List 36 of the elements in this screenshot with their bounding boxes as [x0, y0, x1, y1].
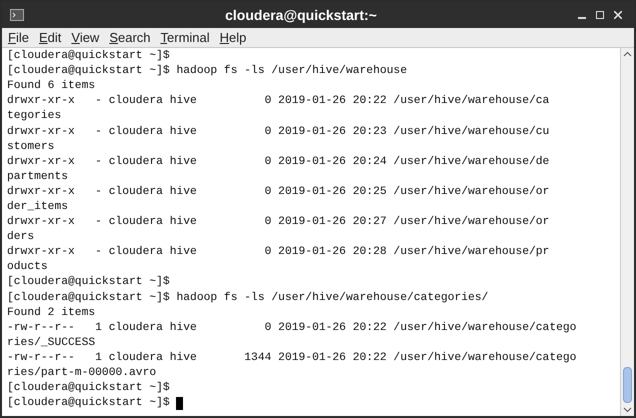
terminal-line: -rw-r--r-- 1 cloudera hive 1344 2019-01-26 20:22 /user/hive/warehouse/catego — [7, 350, 576, 366]
terminal-line: [cloudera@quickstart ~]$ — [7, 275, 170, 290]
terminal-line: Found 2 items — [7, 306, 96, 321]
terminal-line: drwxr-xr-x - cloudera hive 0 2019-01-26 20:28 /user/hive/warehouse/pr — [7, 245, 550, 260]
menu-item[interactable]: Help — [220, 28, 246, 48]
terminal-line: drwxr-xr-x - cloudera hive 0 2019-01-26 20:23 /user/hive/warehouse/cu — [7, 124, 550, 140]
terminal-line: [cloudera@quickstart ~]$ hadoop fs -ls /user/hive/warehouse — [7, 64, 407, 80]
terminal-line: -rw-r--r-- 1 cloudera hive 0 2019-01-26 20:22 /user/hive/warehouse/catego — [7, 320, 576, 336]
terminal-line: drwxr-xr-x - cloudera hive 0 2019-01-26 20:22 /user/hive/warehouse/ca — [7, 94, 550, 110]
window-title: cloudera@quickstart:~ — [225, 6, 377, 25]
menu-item[interactable]: Search — [109, 28, 151, 48]
terminal-line: tegories — [7, 109, 62, 124]
menu-item[interactable]: File — [8, 28, 29, 48]
terminal-icon — [10, 9, 24, 21]
terminal-line: drwxr-xr-x - cloudera hive 0 2019-01-26 20:27 /user/hive/warehouse/or — [7, 215, 550, 230]
maximize-icon[interactable] — [596, 11, 604, 19]
terminal-line: drwxr-xr-x - cloudera hive 0 2019-01-26 20:24 /user/hive/warehouse/de — [7, 154, 550, 170]
terminal-line: [cloudera@quickstart ~]$ — [7, 396, 171, 412]
terminal-line: ders — [7, 230, 34, 246]
scrollbar-thumb[interactable] — [623, 367, 632, 403]
terminal-line: [cloudera@quickstart ~]$ hadoop fs -ls /user/hive/warehouse/categories/ — [7, 290, 488, 306]
terminal-line: der_items — [7, 200, 68, 215]
terminal-line: oducts — [7, 260, 48, 276]
terminal-line: [cloudera@quickstart ~]$ — [7, 49, 170, 64]
menu-item[interactable]: Edit — [38, 28, 62, 48]
scrollbar[interactable] — [620, 48, 634, 416]
terminal-line: stomers — [7, 140, 54, 155]
terminal-line: partments — [7, 170, 68, 185]
terminal-line: drwxr-xr-x - cloudera hive 0 2019-01-26 20:25 /user/hive/warehouse/or — [7, 184, 550, 200]
terminal-line: ries/_SUCCESS — [7, 336, 96, 351]
menu-item[interactable]: Terminal — [160, 28, 210, 48]
terminal-line: ries/part-m-00000.avro — [7, 366, 156, 382]
terminal-line: [cloudera@quickstart ~]$ — [7, 381, 170, 396]
menu-item[interactable]: View — [71, 28, 100, 48]
close-icon[interactable] — [614, 11, 622, 19]
terminal-line: Found 6 items — [7, 79, 96, 94]
